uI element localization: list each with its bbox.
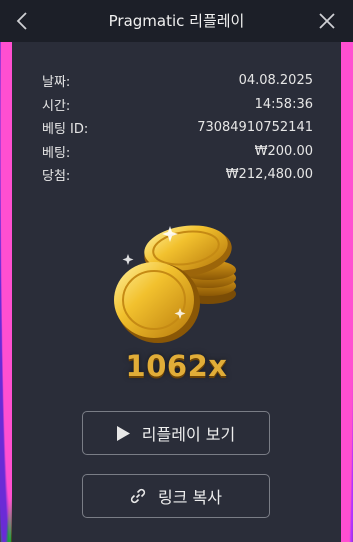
bet-info: 날짜: 04.08.2025 시간: 14:58:36 베팅 ID: 73084… (42, 69, 313, 187)
win-multiplier: 1062x (125, 349, 228, 383)
view-replay-label: 리플레이 보기 (141, 425, 236, 444)
time-label: 시간: (42, 98, 71, 114)
win-label: 당첨: (42, 169, 71, 185)
link-icon (130, 488, 146, 504)
copy-link-label: 링크 복사 (158, 488, 222, 507)
view-replay-button[interactable]: 리플레이 보기 (82, 411, 270, 455)
info-row-bet: 베팅: ₩200.00 (42, 140, 313, 164)
close-button[interactable] (307, 0, 347, 42)
background-game-left (0, 0, 12, 542)
bet-label: 베팅: (42, 145, 71, 161)
info-row-date: 날짜: 04.08.2025 (42, 69, 313, 93)
win-value: ₩212,480.00 (225, 167, 313, 183)
play-icon (116, 425, 130, 441)
date-value: 04.08.2025 (238, 73, 313, 89)
info-row-win: 당첨: ₩212,480.00 (42, 163, 313, 187)
info-row-time: 시간: 14:58:36 (42, 93, 313, 117)
header-bar: Pragmatic 리플레이 (0, 0, 353, 42)
close-icon (319, 13, 335, 29)
bet-id-label: 베팅 ID: (42, 122, 89, 138)
gold-coins-icon (114, 225, 236, 343)
page-title: Pragmatic 리플레이 (108, 12, 245, 30)
time-value: 14:58:36 (254, 96, 313, 112)
info-row-bet-id: 베팅 ID: 73084910752141 (42, 116, 313, 140)
bet-value: ₩200.00 (254, 143, 313, 159)
date-label: 날짜: (42, 75, 71, 91)
background-game-right (341, 0, 353, 542)
copy-link-button[interactable]: 링크 복사 (82, 474, 270, 518)
bet-id-value: 73084910752141 (197, 120, 313, 136)
